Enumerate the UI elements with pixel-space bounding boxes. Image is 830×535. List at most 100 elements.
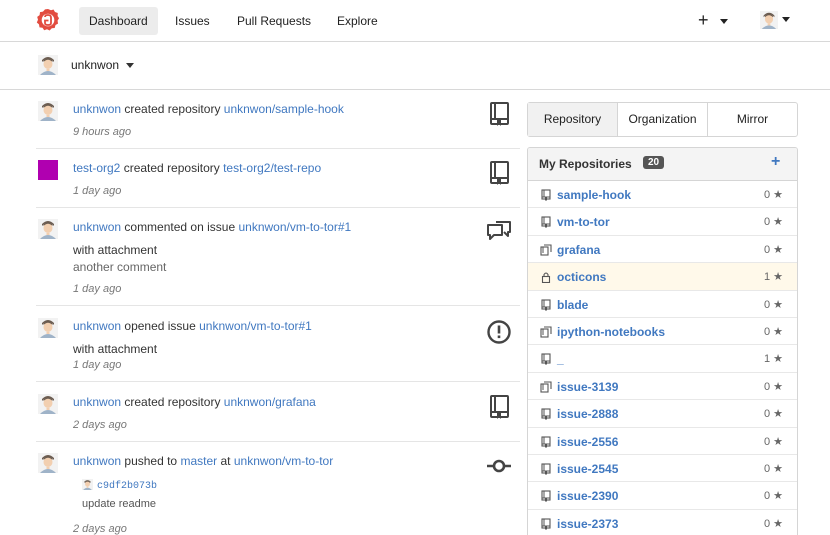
commit-message: update readme (82, 498, 156, 510)
commit-sha-link[interactable]: c9df2b073b (97, 481, 157, 492)
avatar[interactable] (38, 453, 58, 473)
actor-link[interactable]: unknwon (73, 102, 121, 116)
repo-list-item[interactable]: issue-2390 0 ★ (528, 482, 797, 510)
repo-name-link[interactable]: issue-2373 (557, 517, 618, 531)
actor-link[interactable]: unknwon (73, 395, 121, 409)
issue-link[interactable]: unknwon/vm-to-tor#1 (238, 220, 351, 234)
tab-organization[interactable]: Organization (617, 103, 707, 136)
feed-item: unknwon created repository unknwon/sampl… (36, 101, 520, 149)
repo-icon (540, 490, 552, 502)
repo-list-item[interactable]: issue-3139 0 ★ (528, 373, 797, 401)
tab-mirror[interactable]: Mirror (707, 103, 797, 136)
repo-list-item[interactable]: issue-2545 0 ★ (528, 455, 797, 483)
repo-name-link[interactable]: octicons (557, 270, 606, 284)
tab-repository[interactable]: Repository (528, 103, 617, 136)
repo-star-count: 0 ★ (763, 380, 783, 393)
feed-item: unknwon created repository unknwon/grafa… (36, 394, 520, 442)
avatar[interactable] (38, 219, 58, 239)
repo-link[interactable]: unknwon/vm-to-tor (234, 454, 333, 468)
repo-name-link[interactable]: issue-3139 (557, 380, 618, 394)
repo-name-link[interactable]: ipython-notebooks (557, 325, 665, 339)
repo-list-item[interactable]: issue-2888 0 ★ (528, 400, 797, 428)
repo-icon (540, 216, 552, 228)
repo-icon (540, 299, 552, 311)
star-icon: ★ (773, 490, 783, 503)
branch-link[interactable]: master (180, 454, 217, 468)
repo-star-count: 1 ★ (763, 353, 783, 366)
nav-explore[interactable]: Explore (327, 7, 388, 35)
repo-star-count: 0 ★ (763, 325, 783, 338)
star-icon: ★ (773, 243, 783, 256)
repo-list-item[interactable]: grafana 0 ★ (528, 236, 797, 264)
repo-forked-icon (540, 381, 552, 393)
avatar[interactable] (38, 394, 58, 414)
actor-link[interactable]: test-org2 (73, 161, 120, 175)
star-icon: ★ (773, 216, 783, 229)
star-icon: ★ (773, 408, 783, 421)
create-new-button[interactable]: + (698, 10, 728, 30)
repo-list-item[interactable]: octicons 1 ★ (528, 263, 797, 291)
repo-icon (540, 518, 552, 530)
feed-headline: unknwon pushed to master at unknwon/vm-t… (73, 454, 334, 468)
repo-star-count: 0 ★ (763, 435, 783, 448)
repo-name-link[interactable]: grafana (557, 243, 600, 257)
repo-list-item[interactable]: issue-2373 0 ★ (528, 510, 797, 535)
repo-star-count: 0 ★ (763, 490, 783, 503)
repo-list-item[interactable]: vm-to-tor 0 ★ (528, 208, 797, 236)
actor-link[interactable]: unknwon (73, 319, 121, 333)
repo-star-count: 0 ★ (763, 216, 783, 229)
feed-headline: unknwon commented on issue unknwon/vm-to… (73, 220, 352, 234)
repo-name-link[interactable]: issue-2390 (557, 489, 618, 503)
avatar (38, 55, 58, 75)
repo-name-link[interactable]: issue-2556 (557, 435, 618, 449)
feed-headline: test-org2 created repository test-org2/t… (73, 161, 322, 175)
comment-icon (486, 219, 512, 245)
avatar[interactable] (38, 318, 58, 338)
feed-item: test-org2 created repository test-org2/t… (36, 160, 520, 208)
issue-icon (486, 319, 512, 345)
feed-headline: unknwon opened issue unknwon/vm-to-tor#1 (73, 319, 312, 333)
repo-list-item[interactable]: blade 0 ★ (528, 291, 797, 318)
actor-link[interactable]: unknwon (73, 454, 121, 468)
issue-link[interactable]: unknwon/vm-to-tor#1 (199, 319, 312, 333)
repo-link[interactable]: test-org2/test-repo (223, 161, 321, 175)
repo-name-link[interactable]: vm-to-tor (557, 215, 610, 229)
comment-text: another comment (73, 260, 167, 274)
nav-dashboard[interactable]: Dashboard (79, 7, 158, 35)
repo-name-link[interactable]: blade (557, 298, 588, 312)
repo-icon (540, 436, 552, 448)
repo-name-link[interactable]: sample-hook (557, 188, 631, 202)
actor-link[interactable]: unknwon (73, 220, 121, 234)
repo-name-link[interactable]: issue-2545 (557, 462, 618, 476)
feed-headline: unknwon created repository unknwon/grafa… (73, 395, 316, 409)
repo-link[interactable]: unknwon/sample-hook (224, 102, 344, 116)
repo-list-item[interactable]: ipython-notebooks 0 ★ (528, 318, 797, 346)
context-switcher[interactable]: unknwon (0, 43, 830, 90)
chevron-down-icon[interactable] (782, 17, 790, 22)
repo-icon (540, 189, 552, 201)
nav-pull-requests[interactable]: Pull Requests (227, 7, 321, 35)
lock-icon (540, 271, 552, 283)
star-icon: ★ (773, 435, 783, 448)
repo-name-link[interactable]: issue-2888 (557, 407, 618, 421)
repo-panel-header: My Repositories 20 + (528, 148, 797, 181)
plus-icon: + (698, 10, 709, 30)
repo-list-item[interactable]: issue-2556 0 ★ (528, 428, 797, 455)
org-avatar[interactable] (38, 160, 58, 180)
user-avatar-menu[interactable] (760, 11, 778, 29)
repo-name-link[interactable]: _ (557, 352, 564, 366)
repo-list-item[interactable]: sample-hook 0 ★ (528, 181, 797, 209)
add-repo-button[interactable]: + (771, 153, 780, 171)
nav-issues[interactable]: Issues (165, 7, 220, 35)
book-icon (486, 394, 512, 420)
repo-list-item[interactable]: _ 1 ★ (528, 345, 797, 373)
star-icon: ★ (773, 462, 783, 475)
avatar[interactable] (38, 101, 58, 121)
gogs-logo-icon[interactable] (36, 8, 60, 32)
repo-link[interactable]: unknwon/grafana (224, 395, 316, 409)
book-icon (486, 160, 512, 186)
star-icon: ★ (773, 325, 783, 338)
chevron-down-icon (126, 63, 135, 69)
feed-timestamp: 1 day ago (73, 359, 122, 371)
avatar (82, 479, 93, 490)
